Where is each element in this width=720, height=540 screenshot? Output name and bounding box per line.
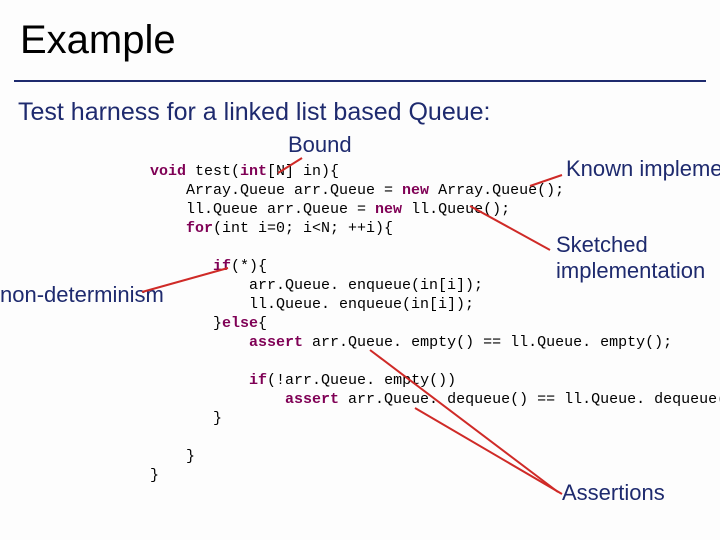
code-l16: } xyxy=(150,448,195,465)
label-bound: Bound xyxy=(288,132,352,158)
kw-new1: new xyxy=(402,182,429,199)
code-l17: } xyxy=(150,467,159,484)
code-block: void test(int[N] in){ Array.Queue arr.Qu… xyxy=(150,162,720,485)
code-l7: arr.Queue. enqueue(in[i]); xyxy=(150,277,483,294)
code-l9a: } xyxy=(150,315,222,332)
code-l8: ll.Queue. enqueue(in[i]); xyxy=(150,296,474,313)
slide-title: Example xyxy=(20,18,176,63)
code-l10a xyxy=(150,334,249,351)
code-l12a xyxy=(150,372,249,389)
code-l2b: Array.Queue(); xyxy=(429,182,564,199)
code-l9b: { xyxy=(258,315,267,332)
slide-subtitle: Test harness for a linked list based Que… xyxy=(18,98,491,127)
kw-if2: if xyxy=(249,372,267,389)
code-l6a xyxy=(150,258,213,275)
kw-else: else xyxy=(222,315,258,332)
code-sig-b: [N] in){ xyxy=(267,163,339,180)
code-l3a: ll.Queue arr.Queue = xyxy=(150,201,375,218)
code-l6b: (*){ xyxy=(231,258,267,275)
code-l12b: (!arr.Queue. empty()) xyxy=(267,372,456,389)
code-l13b: arr.Queue. dequeue() == ll.Queue. dequeu… xyxy=(339,391,720,408)
kw-if: if xyxy=(213,258,231,275)
kw-void: void xyxy=(150,163,186,180)
code-l13a xyxy=(150,391,285,408)
kw-new2: new xyxy=(375,201,402,218)
label-nondeterminism: non-determinism xyxy=(0,282,164,308)
code-l3b: ll.Queue(); xyxy=(402,201,510,218)
title-rule xyxy=(14,80,706,82)
code-l2a: Array.Queue arr.Queue = xyxy=(150,182,402,199)
kw-for: for xyxy=(186,220,213,237)
code-sig-a: test( xyxy=(186,163,240,180)
code-l14: } xyxy=(150,410,222,427)
code-l4a xyxy=(150,220,186,237)
kw-assert1: assert xyxy=(249,334,303,351)
kw-assert2: assert xyxy=(285,391,339,408)
kw-int: int xyxy=(240,163,267,180)
code-l4b: (int i=0; i<N; ++i){ xyxy=(213,220,393,237)
code-l10b: arr.Queue. empty() == ll.Queue. empty(); xyxy=(303,334,672,351)
slide-root: Example Test harness for a linked list b… xyxy=(0,0,720,540)
